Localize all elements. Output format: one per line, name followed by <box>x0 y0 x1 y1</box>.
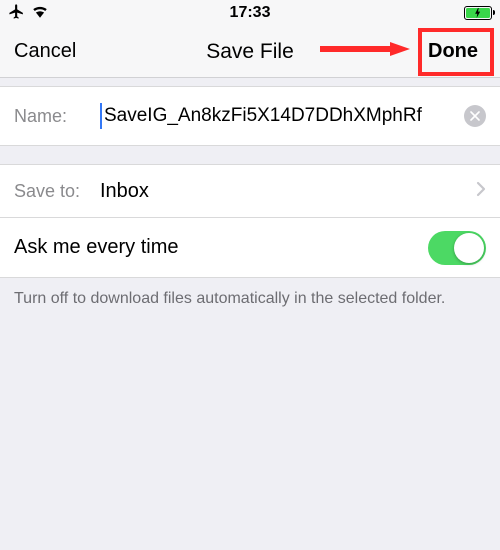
battery-icon <box>464 6 492 20</box>
ask-every-time-row: Ask me every time <box>0 218 500 278</box>
page-title: Save File <box>206 40 294 64</box>
save-to-row[interactable]: Save to: Inbox <box>0 164 500 218</box>
switch-knob <box>454 233 484 263</box>
status-bar: 17:33 <box>0 0 500 26</box>
airplane-icon <box>8 3 25 24</box>
footer-help-text: Turn off to download files automatically… <box>0 278 500 310</box>
toggle-label: Ask me every time <box>14 236 428 259</box>
wifi-icon <box>31 4 49 22</box>
saveto-label: Save to: <box>14 181 100 202</box>
status-left <box>8 3 88 24</box>
done-button[interactable]: Done <box>396 36 486 67</box>
saveto-value: Inbox <box>100 180 470 203</box>
status-time: 17:33 <box>230 4 271 22</box>
status-right <box>412 6 492 20</box>
clear-icon[interactable] <box>464 105 486 127</box>
cancel-button[interactable]: Cancel <box>14 40 104 63</box>
nav-bar: Cancel Save File Done <box>0 26 500 78</box>
ask-every-time-toggle[interactable] <box>428 231 486 265</box>
filename-input[interactable] <box>100 103 458 129</box>
name-label: Name: <box>14 106 100 127</box>
chevron-right-icon <box>476 181 486 202</box>
name-row: Name: <box>0 86 500 146</box>
